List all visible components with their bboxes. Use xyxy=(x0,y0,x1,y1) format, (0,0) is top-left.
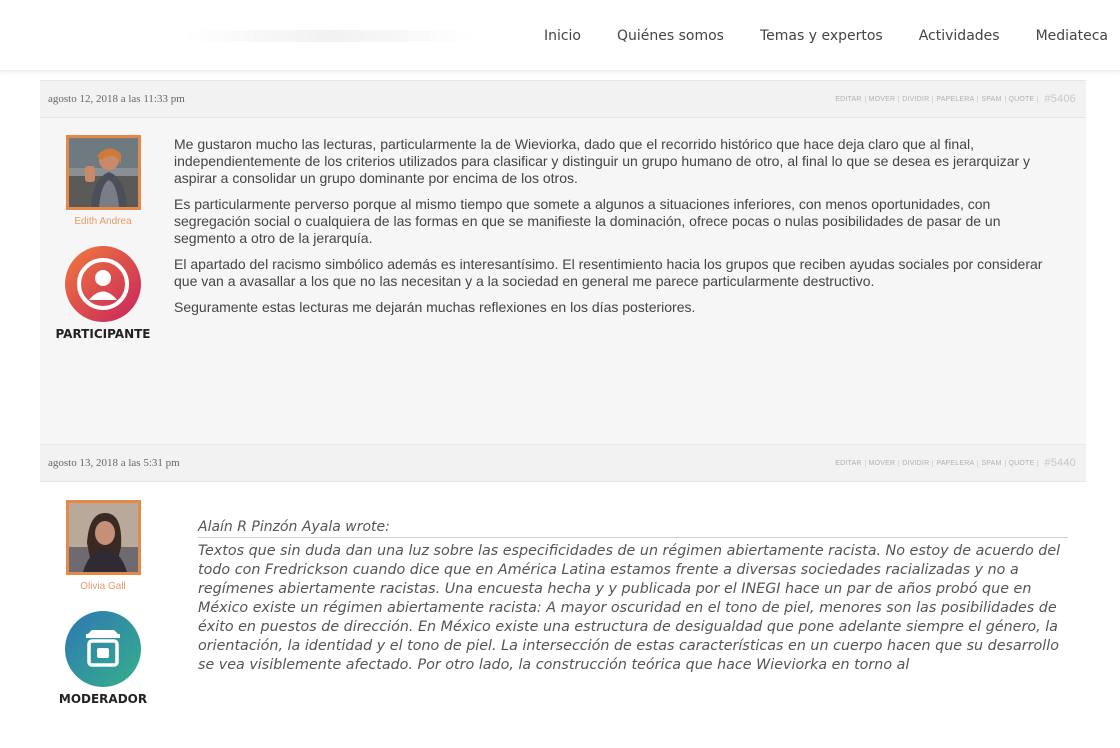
nav-item-inicio[interactable]: Inicio xyxy=(544,28,581,44)
post-content: Me gustaron mucho las lecturas, particul… xyxy=(174,136,1064,325)
author-name[interactable]: Edith Andrea xyxy=(74,216,131,227)
avatar[interactable] xyxy=(65,500,141,575)
author-info: Edith Andrea PARTICIPANTE xyxy=(40,135,166,341)
quote-text: Textos que sin duda dan una luz sobre la… xyxy=(198,543,1061,673)
post-paragraph: Me gustaron mucho las lecturas, particul… xyxy=(174,136,1031,186)
split-link[interactable]: Dividir xyxy=(899,459,934,467)
role-label: PARTICIPANTE xyxy=(55,327,151,341)
trash-link[interactable]: Papelera xyxy=(933,95,979,103)
post-paragraph: El apartado del racismo simbólico además… xyxy=(174,256,1043,289)
post-actions: Editar Mover Dividir Papelera Spam Quote… xyxy=(832,93,1076,105)
quote-link[interactable]: Quote xyxy=(1006,459,1039,467)
post-body: Olivia Gall MODERADOR Alaín R Pinzón Aya… xyxy=(40,482,1086,748)
trash-link[interactable]: Papelera xyxy=(933,459,979,467)
post-paragraph: Es particularmente perverso porque al mi… xyxy=(174,196,1001,246)
edit-link[interactable]: Editar xyxy=(832,459,866,467)
quoted-post: Alaín R Pinzón Ayala wrote: Textos que s… xyxy=(198,519,1068,675)
nav-item-mediateca[interactable]: Mediateca xyxy=(1036,28,1108,44)
post-header: agosto 13, 2018 a las 5:31 pm Editar Mov… xyxy=(40,444,1086,482)
role-label: MODERADOR xyxy=(58,692,148,706)
post-header: agosto 12, 2018 a las 11:33 pm Editar Mo… xyxy=(40,80,1086,118)
avatar-photo-image xyxy=(68,503,138,572)
author-name[interactable]: Olivia Gall xyxy=(80,581,126,592)
post-actions: Editar Mover Dividir Papelera Spam Quote… xyxy=(832,457,1076,469)
move-link[interactable]: Mover xyxy=(866,459,900,467)
nav-item-quienes-somos[interactable]: Quiénes somos xyxy=(617,28,724,44)
participant-user-icon xyxy=(64,245,142,323)
quote-author: Alaín R Pinzón Ayala wrote: xyxy=(198,519,1068,538)
move-link[interactable]: Mover xyxy=(866,95,900,103)
spam-link[interactable]: Spam xyxy=(978,459,1006,467)
nav-item-actividades[interactable]: Actividades xyxy=(919,28,1000,44)
edit-link[interactable]: Editar xyxy=(832,95,866,103)
quote-link[interactable]: Quote xyxy=(1006,95,1039,103)
post-date: agosto 12, 2018 a las 11:33 pm xyxy=(48,93,185,105)
main-nav: Inicio Quiénes somos Temas y expertos Ac… xyxy=(544,28,1108,44)
moderator-icon xyxy=(64,610,142,688)
post-date: agosto 13, 2018 a las 5:31 pm xyxy=(48,457,180,469)
post-paragraph: Seguramente estas lecturas me dejarán mu… xyxy=(174,299,696,315)
author-info: Olivia Gall MODERADOR xyxy=(40,500,166,706)
site-header: Inicio Quiénes somos Temas y expertos Ac… xyxy=(0,0,1120,71)
avatar[interactable] xyxy=(65,135,141,210)
avatar-photo-image xyxy=(68,138,138,207)
spam-link[interactable]: Spam xyxy=(978,95,1006,103)
faded-site-title xyxy=(185,30,475,42)
nav-item-temas-y-expertos[interactable]: Temas y expertos xyxy=(760,28,883,44)
post-body: Edith Andrea PARTICIPANTE Me gustaron mu… xyxy=(40,118,1086,444)
split-link[interactable]: Dividir xyxy=(899,95,934,103)
post-id-link[interactable]: #5406 xyxy=(1044,93,1076,105)
post-id-link[interactable]: #5440 xyxy=(1044,457,1076,469)
